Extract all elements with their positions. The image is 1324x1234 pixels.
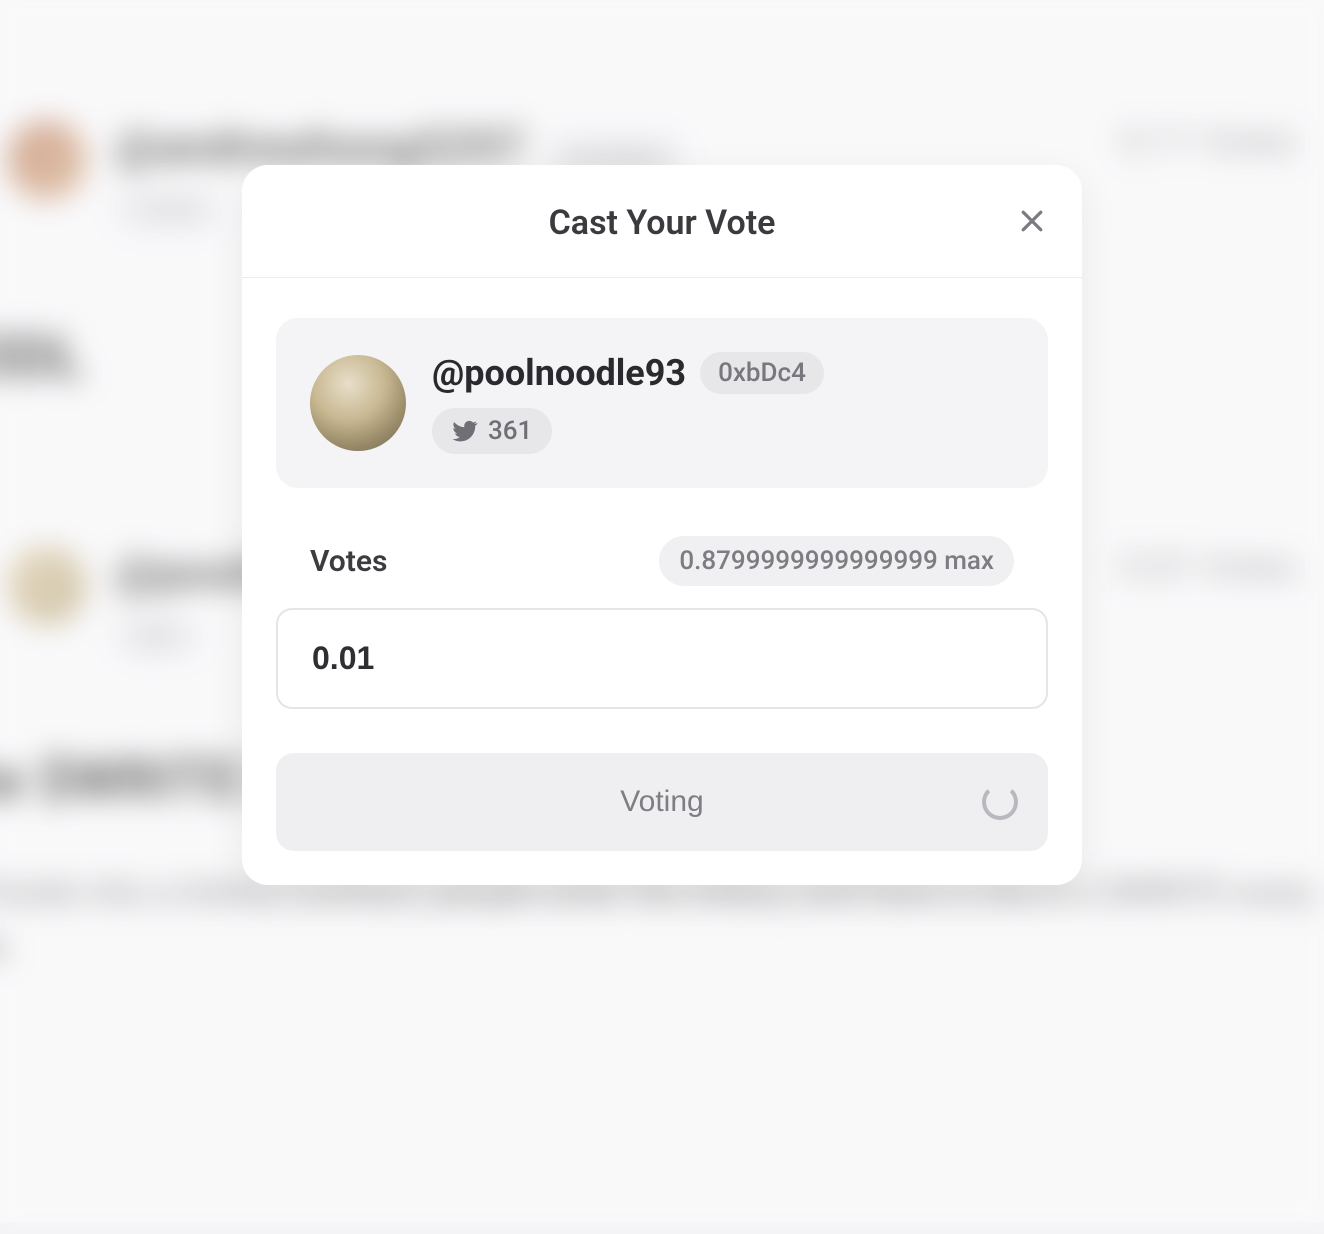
submit-vote-button[interactable]: Voting: [276, 753, 1048, 851]
votes-label: Votes: [310, 544, 387, 579]
votes-row: Votes 0.8799999999999999 max: [276, 536, 1048, 586]
cast-vote-modal: Cast Your Vote @poolnoodle93 0xbDc4 361: [242, 165, 1082, 885]
votes-input[interactable]: [276, 608, 1048, 709]
user-card: @poolnoodle93 0xbDc4 361: [276, 318, 1048, 488]
user-address-badge: 0xbDc4: [700, 352, 824, 394]
modal-title: Cast Your Vote: [242, 203, 1082, 243]
modal-header: Cast Your Vote: [242, 165, 1082, 278]
user-twitter-badge: 361: [432, 408, 552, 454]
user-handle: @poolnoodle93: [432, 352, 686, 394]
close-icon: [1017, 206, 1047, 236]
modal-body: @poolnoodle93 0xbDc4 361 Votes 0.8799999…: [242, 278, 1082, 885]
twitter-icon: [452, 418, 478, 444]
user-twitter-count: 361: [488, 416, 532, 446]
loading-spinner-icon: [982, 784, 1018, 820]
votes-max-badge[interactable]: 0.8799999999999999 max: [659, 536, 1014, 586]
close-button[interactable]: [1010, 199, 1054, 243]
submit-vote-label: Voting: [620, 785, 703, 819]
avatar: [310, 355, 406, 451]
